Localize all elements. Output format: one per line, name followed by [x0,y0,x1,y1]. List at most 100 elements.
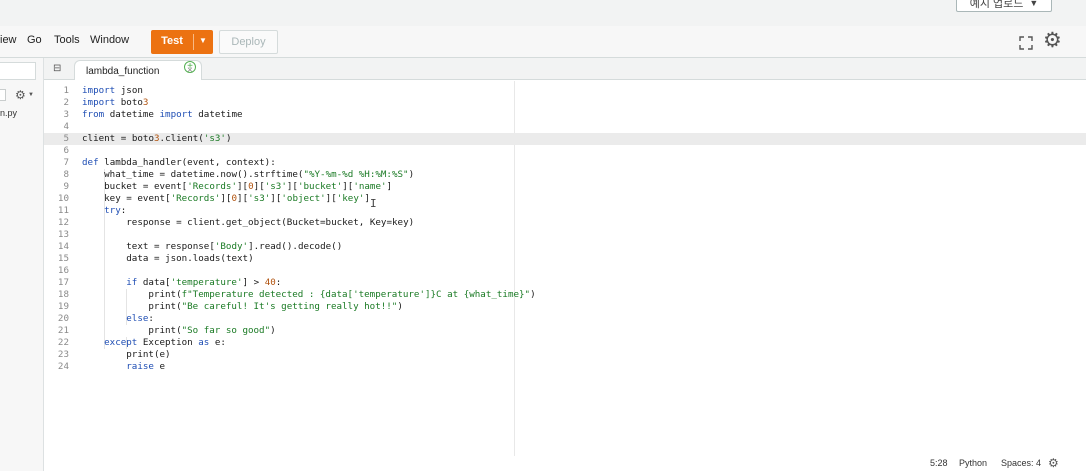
line-code: from datetime import datetime [82,109,243,120]
sidebar-gear-icon[interactable]: ⚙ [15,88,26,102]
line-number: 10 [57,193,69,204]
line-number: 19 [57,301,69,312]
line-code: except Exception as e: [104,337,226,348]
line-code: text = response['Body'].read().decode() [126,241,343,252]
fullscreen-icon[interactable] [1018,35,1034,51]
code-line[interactable]: 18 print(f"Temperature detected : {data[… [44,289,1084,301]
code-line[interactable]: 13 [44,229,1084,241]
test-dropdown-caret-icon[interactable]: ▼ [193,36,213,45]
code-line[interactable]: 4 [44,121,1084,133]
code-line[interactable]: 9 bucket = event['Records'][0]['s3']['bu… [44,181,1084,193]
upload-label: 예시 업로드 [969,0,1024,10]
tab-lambda-function[interactable]: lambda_function × [74,60,202,80]
code-line[interactable]: 16 [44,265,1084,277]
chevron-down-icon: ▼ [1029,0,1039,8]
code-line[interactable]: 7 def lambda_handler(event, context): [44,157,1084,169]
line-number: 21 [57,325,69,336]
editor-settings-gear-icon[interactable]: ⚙ [1048,456,1059,470]
line-code: data = json.loads(text) [126,253,254,264]
code-line[interactable]: 20 else: [44,313,1084,325]
menu-window[interactable]: Window [90,34,129,46]
code-line[interactable]: 12 response = client.get_object(Bucket=b… [44,217,1084,229]
menu-tools[interactable]: Tools [54,34,80,46]
line-code: import json [82,85,143,96]
line-number: 22 [57,337,69,348]
line-code: print("Be careful! It's getting really h… [148,301,403,312]
language-mode[interactable]: Python [959,458,987,468]
line-code: key = event['Records'][0]['s3']['object'… [104,193,370,204]
test-button-label: Test [161,35,183,47]
file-sidebar: ⚙ ▼ n.py [0,58,44,471]
line-code: print(f"Temperature detected : {data['te… [148,289,536,300]
code-line[interactable]: 19 print("Be careful! It's getting reall… [44,301,1084,313]
line-number: 5 [63,133,69,144]
line-code: print("So far so good") [148,325,276,336]
line-code: def lambda_handler(event, context): [82,157,276,168]
code-line[interactable]: 6 [44,145,1084,157]
line-number: 1 [63,85,69,96]
line-number: 9 [63,181,69,192]
tab-toggle-icon[interactable]: ⊟ [53,63,61,74]
status-bar: 5:28 Python Spaces: 4 ⚙ [44,456,1086,471]
line-code: print(e) [126,349,171,360]
line-number: 18 [57,289,69,300]
line-code: what_time = datetime.now().strftime("%Y-… [104,169,415,180]
line-number: 2 [63,97,69,108]
top-strip: 예시 업로드 ▼ [0,0,1086,26]
line-number: 20 [57,313,69,324]
line-number: 15 [57,253,69,264]
line-code: bucket = event['Records'][0]['s3']['buck… [104,181,393,192]
test-button[interactable]: Test ▼ [151,30,213,54]
indent-setting[interactable]: Spaces: 4 [1001,458,1041,468]
line-code: client = boto3.client('s3') [82,133,232,144]
code-line[interactable]: 23 print(e) [44,349,1084,361]
code-line[interactable]: 1 import json [44,85,1084,97]
text-cursor-icon: I [370,197,377,210]
line-code: if data['temperature'] > 40: [126,277,282,288]
code-line[interactable]: 10 key = event['Records'][0]['s3']['obje… [44,193,1084,205]
code-editor[interactable]: 1 import json 2 import boto3 3 from datetime … [44,81,1086,471]
line-code: import boto3 [82,97,149,108]
line-code: else: [126,313,154,324]
code-line[interactable]: 2 import boto3 [44,97,1084,109]
line-number: 3 [63,109,69,120]
line-number: 7 [63,157,69,168]
code-line[interactable]: 24 raise e [44,361,1084,373]
code-line[interactable]: 21 print("So far so good") [44,325,1084,337]
sidebar-search-field[interactable] [0,62,36,80]
line-number: 4 [63,121,69,132]
line-code: try: [104,205,127,216]
code-line[interactable]: 3 from datetime import datetime [44,109,1084,121]
line-code: response = client.get_object(Bucket=buck… [126,217,415,228]
line-number: 13 [57,229,69,240]
code-line[interactable]: 8 what_time = datetime.now().strftime("%… [44,169,1084,181]
cursor-position: 5:28 [930,458,948,468]
line-number: 11 [57,205,69,216]
upload-dropdown-button[interactable]: 예시 업로드 ▼ [956,0,1052,12]
code-line[interactable]: 14 text = response['Body'].read().decode… [44,241,1084,253]
line-number: 12 [57,217,69,228]
code-line[interactable]: 5 client = boto3.client('s3') [44,133,1084,145]
code-line[interactable]: 11 try: [44,205,1084,217]
line-number: 6 [63,145,69,156]
menu-bar: iew Go Tools Window Test ▼ Deploy ⚙ [0,26,1086,58]
sidebar-collapse-handle[interactable] [0,89,6,101]
line-number: 14 [57,241,69,252]
sidebar-file-item[interactable]: n.py [0,108,17,118]
line-number: 8 [63,169,69,180]
code-line[interactable]: 17 if data['temperature'] > 40: [44,277,1084,289]
add-tab-icon[interactable]: + [184,61,196,73]
editor-tab-bar: ⊟ lambda_function × + [44,58,1086,80]
menu-view[interactable]: iew [0,34,17,46]
line-code: raise e [126,361,166,372]
line-number: 24 [57,361,69,372]
line-number: 23 [57,349,69,360]
code-line[interactable]: 15 data = json.loads(text) [44,253,1084,265]
settings-gear-icon[interactable]: ⚙ [1043,30,1062,51]
deploy-button[interactable]: Deploy [219,30,278,54]
menu-go[interactable]: Go [27,34,42,46]
line-number: 16 [57,265,69,276]
chevron-down-icon: ▼ [28,92,34,98]
code-line[interactable]: 22 except Exception as e: [44,337,1084,349]
tab-label: lambda_function [86,66,160,77]
